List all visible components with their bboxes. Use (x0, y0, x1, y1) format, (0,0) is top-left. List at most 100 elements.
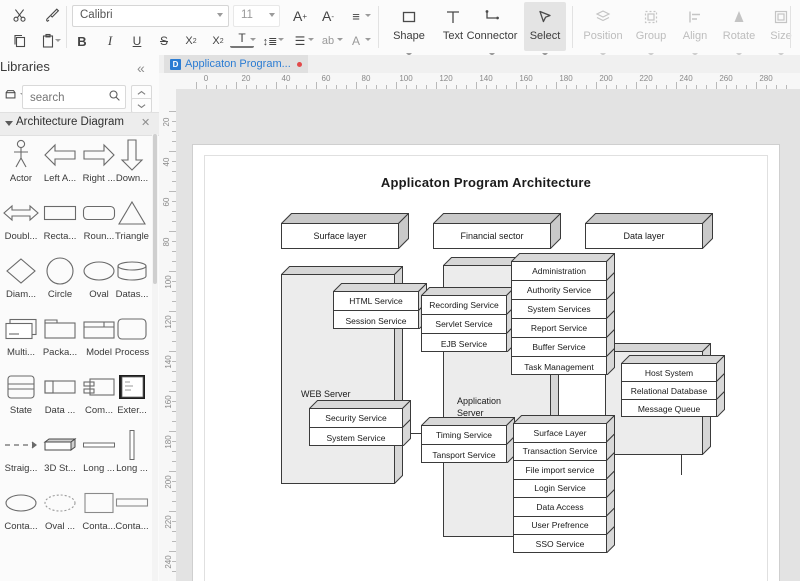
paste-chevron-down-icon[interactable] (55, 39, 61, 42)
search-box[interactable] (22, 85, 126, 109)
html-service-stack[interactable]: HTML ServiceSession Service (333, 283, 427, 329)
horizontal-ruler[interactable]: 020406080100120140160180200220240260280 (176, 73, 800, 90)
library-scrollbar[interactable] (152, 134, 158, 581)
size-tool[interactable]: Size (756, 2, 800, 51)
decrease-font-size-button[interactable]: A- (316, 4, 340, 28)
font-size-select[interactable]: 11 (233, 5, 280, 27)
shape-tool[interactable]: Shape (384, 2, 434, 51)
shape-item-circle[interactable]: Circle (41, 253, 79, 300)
select-tool[interactable]: Select (524, 2, 566, 51)
shape-item-package[interactable]: Packa... (41, 311, 79, 358)
administration-stack[interactable]: AdministrationAuthority ServiceSystem Se… (511, 253, 615, 375)
text-case-button[interactable]: ab (316, 29, 340, 53)
superscript-button[interactable]: X2 (179, 29, 203, 53)
stack-row[interactable]: System Service (310, 428, 402, 447)
shape-item-long-vertical-bar[interactable]: Long ... (113, 427, 151, 474)
stack-row[interactable]: Host System (622, 364, 716, 382)
stack-row[interactable]: SSO Service (514, 535, 606, 554)
chevron-down-icon[interactable] (217, 13, 223, 17)
close-section-icon[interactable]: ✕ (141, 116, 150, 129)
library-section-header[interactable]: Architecture Diagram ✕ (0, 112, 159, 136)
stack-row[interactable]: Security Service (310, 409, 402, 428)
align-chevron-down-icon[interactable] (365, 14, 371, 17)
scroll-down-button[interactable] (131, 98, 152, 113)
shape-item-data-store[interactable]: Data ... (41, 369, 79, 416)
document-tab[interactable]: D Applicaton Program... (164, 55, 308, 73)
stack-row[interactable]: Administration (512, 262, 606, 281)
cut-button[interactable] (8, 3, 32, 27)
shape-item-external[interactable]: Exter... (113, 369, 151, 416)
text-style-chevron-down-icon[interactable] (250, 38, 256, 41)
strikethrough-button[interactable]: S (152, 29, 176, 53)
stack-row[interactable]: Report Service (512, 319, 606, 338)
shape-item-datastore[interactable]: Datas... (113, 253, 151, 300)
shape-item-process[interactable]: Process (113, 311, 151, 358)
align-tool[interactable]: Align (670, 2, 720, 51)
stack-row[interactable]: Timing Service (422, 426, 506, 445)
stack-row[interactable]: User Prefrence (514, 517, 606, 536)
library-scrollbar-thumb[interactable] (153, 134, 157, 284)
shape-item-straight-connector[interactable]: Straig... (2, 427, 40, 474)
stack-row[interactable]: Surface Layer (514, 424, 606, 443)
stack-row[interactable]: EJB Service (422, 334, 506, 353)
stack-row[interactable]: Task Management (512, 357, 606, 376)
group-tool[interactable]: Group (626, 2, 676, 51)
italic-button[interactable]: I (98, 29, 122, 53)
copy-button[interactable] (8, 29, 32, 53)
surface-layer-box[interactable]: Surface layer Surface layer (281, 213, 409, 249)
shape-item-diamond[interactable]: Diam... (2, 253, 40, 300)
collapse-panel-button[interactable]: « (137, 60, 145, 76)
stack-row[interactable]: Transaction Service (514, 443, 606, 462)
data-layer-box[interactable]: Data layer (585, 213, 713, 249)
stack-row[interactable]: Tansport Service (422, 445, 506, 464)
underline-button[interactable]: U (125, 29, 149, 53)
security-service-stack[interactable]: Security ServiceSystem Service (309, 400, 411, 446)
stack-row[interactable]: File import service (514, 461, 606, 480)
bold-button[interactable]: B (70, 29, 94, 53)
stack-row[interactable]: Relational Database (622, 382, 716, 400)
stack-row[interactable]: Recording Service (422, 296, 506, 315)
drawing-canvas[interactable]: Applicaton Program Architecture Surface … (176, 89, 800, 581)
financial-sector-box[interactable]: Financial sector (433, 213, 561, 249)
shape-item-actor[interactable]: Actor (2, 137, 40, 184)
shape-item-down-arrow[interactable]: Down... (113, 137, 151, 184)
stack-row[interactable]: Login Service (514, 480, 606, 499)
stack-row[interactable]: System Services (512, 300, 606, 319)
stack-row[interactable]: Data Access (514, 498, 606, 517)
format-painter-button[interactable] (40, 3, 64, 27)
host-system-stack[interactable]: Host SystemRelational DatabaseMessage Qu… (621, 355, 725, 417)
stack-row[interactable]: HTML Service (334, 292, 418, 311)
stack-row[interactable]: Session Service (334, 311, 418, 330)
shape-item-triangle[interactable]: Triangle (113, 195, 151, 242)
line-spacing-button[interactable]: ↕≣ (258, 29, 282, 53)
shape-item-multi-document[interactable]: Multi... (2, 311, 40, 358)
position-tool[interactable]: Position (578, 2, 628, 51)
connector-tool[interactable]: Connector (462, 2, 522, 51)
font-color-button[interactable]: A (344, 29, 368, 53)
recording-service-stack[interactable]: Recording ServiceServlet ServiceEJB Serv… (421, 287, 515, 352)
stack-row[interactable]: Servlet Service (422, 315, 506, 334)
color-chevron-down-icon[interactable] (365, 38, 371, 41)
vertical-ruler[interactable]: 2040608010012014016018020022024026028030… (159, 89, 177, 581)
shape-item-left-arrow[interactable]: Left A... (41, 137, 79, 184)
shape-item-state[interactable]: State (2, 369, 40, 416)
shape-item-rectangle[interactable]: Recta... (41, 195, 79, 242)
shape-item-3d-strip[interactable]: 3D St... (41, 427, 79, 474)
timing-service-stack[interactable]: Timing ServiceTansport Service (421, 417, 515, 463)
shape-item-flat-container[interactable]: Conta... (113, 485, 151, 532)
increase-font-size-button[interactable]: A+ (288, 4, 312, 28)
bullet-list-button[interactable]: ☰ (288, 29, 312, 53)
spacing-chevron-down-icon[interactable] (278, 38, 284, 41)
subscript-button[interactable]: X2 (206, 29, 230, 53)
shape-item-double-arrow[interactable]: Doubl... (2, 195, 40, 242)
search-icon[interactable] (108, 89, 121, 107)
stack-row[interactable]: Message Queue (622, 400, 716, 418)
surface-layer-stack[interactable]: Surface LayerTransaction ServiceFile imp… (513, 415, 615, 553)
chevron-down-icon[interactable] (269, 13, 275, 17)
font-family-select[interactable]: Calibri (72, 5, 229, 27)
stack-row[interactable]: Buffer Service (512, 338, 606, 357)
shape-item-oval-container[interactable]: Conta... (2, 485, 40, 532)
stack-row[interactable]: Authority Service (512, 281, 606, 300)
shape-item-dashed-oval[interactable]: Oval ... (41, 485, 79, 532)
document-page[interactable]: Applicaton Program Architecture Surface … (193, 145, 779, 581)
